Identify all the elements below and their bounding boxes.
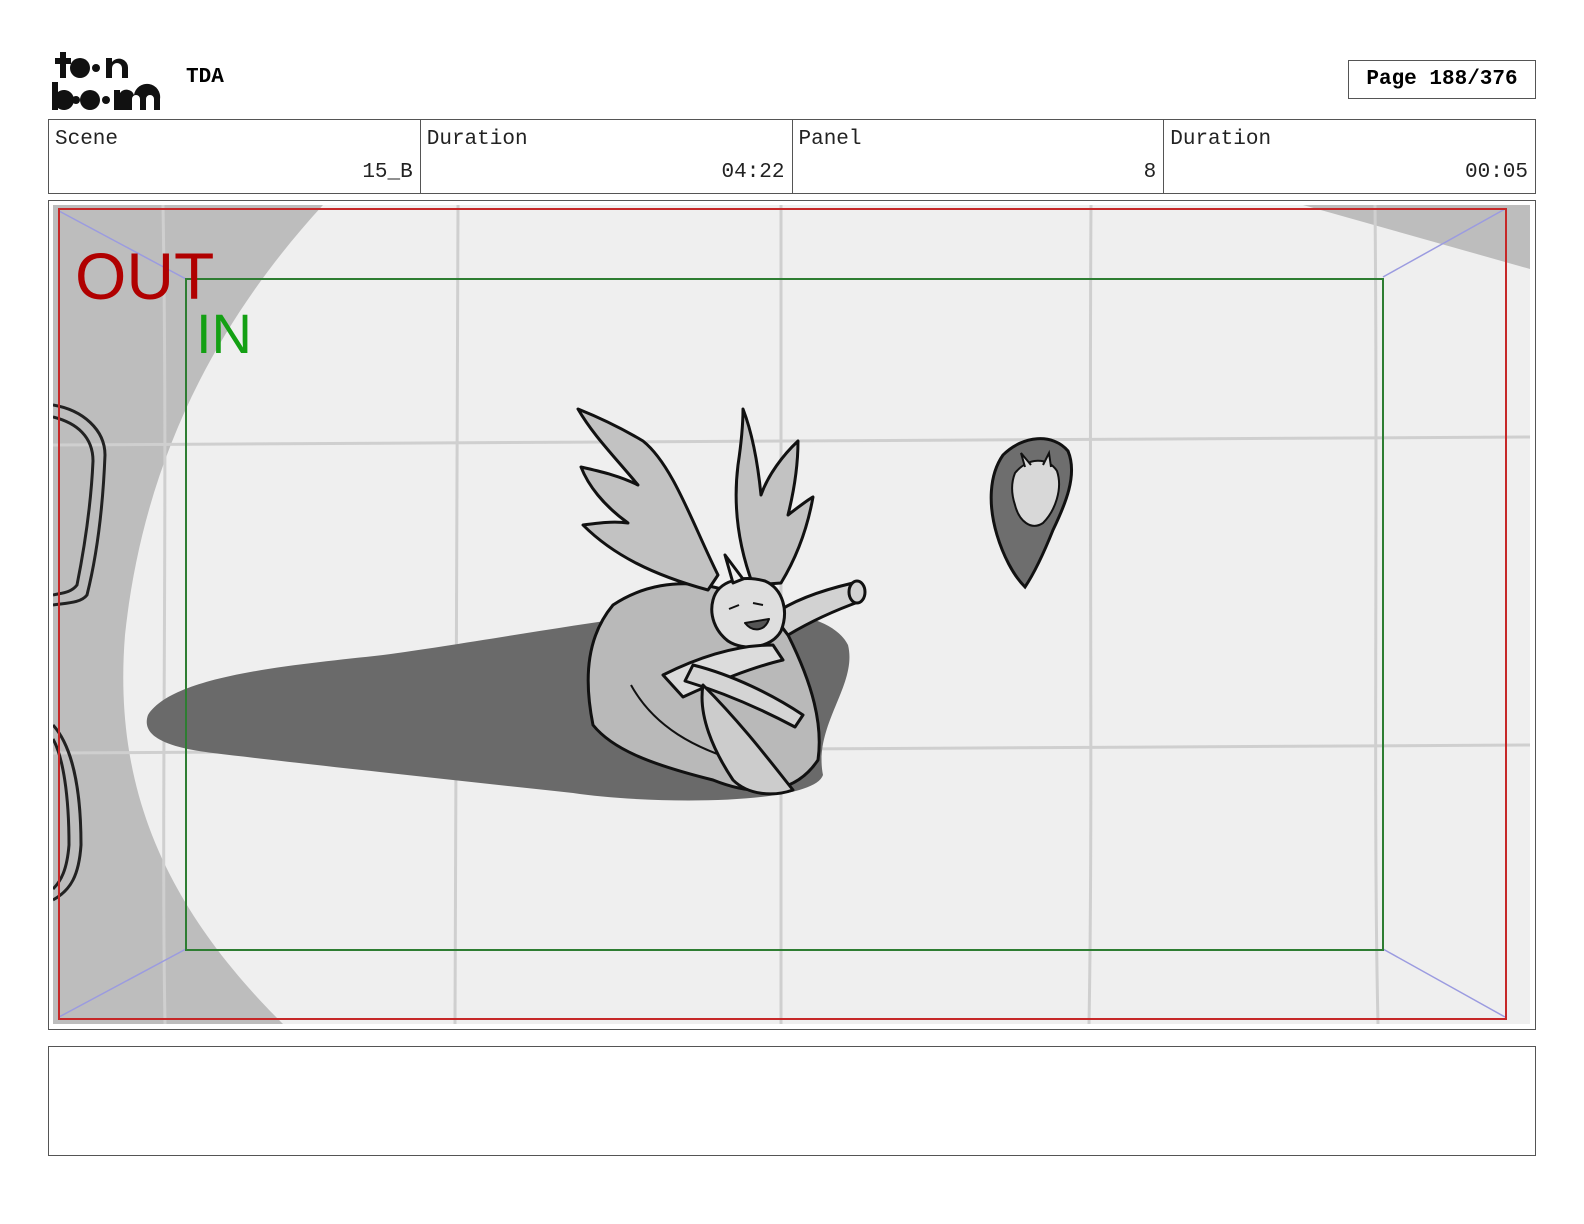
page-number: Page 188/376 — [1348, 60, 1536, 99]
scene-value: 15_B — [362, 161, 413, 184]
panel-value: 8 — [1143, 161, 1157, 184]
panel-duration-cell: Duration 00:05 — [1164, 120, 1535, 193]
toon-boom-logo — [52, 52, 161, 110]
panel-notes-box — [48, 1046, 1536, 1156]
panel-duration-label: Duration — [1170, 128, 1272, 151]
project-title: TDA — [186, 66, 224, 89]
in-label: IN — [196, 302, 252, 365]
panel-duration-value: 00:05 — [1464, 161, 1528, 184]
panel-label: Panel — [798, 128, 862, 151]
scene-label: Scene — [55, 128, 119, 151]
scene-cell: Scene 15_B — [49, 120, 421, 193]
scene-info-table: Scene 15_B Duration 04:22 Panel 8 Durati… — [48, 119, 1536, 194]
panel-drawing: OUT IN — [53, 205, 1530, 1024]
scene-duration-value: 04:22 — [721, 161, 785, 184]
panel-cell: Panel 8 — [793, 120, 1165, 193]
out-label: OUT — [75, 239, 214, 313]
scene-duration-label: Duration — [426, 128, 528, 151]
scene-duration-cell: Duration 04:22 — [421, 120, 793, 193]
storyboard-panel: OUT IN — [48, 200, 1536, 1030]
